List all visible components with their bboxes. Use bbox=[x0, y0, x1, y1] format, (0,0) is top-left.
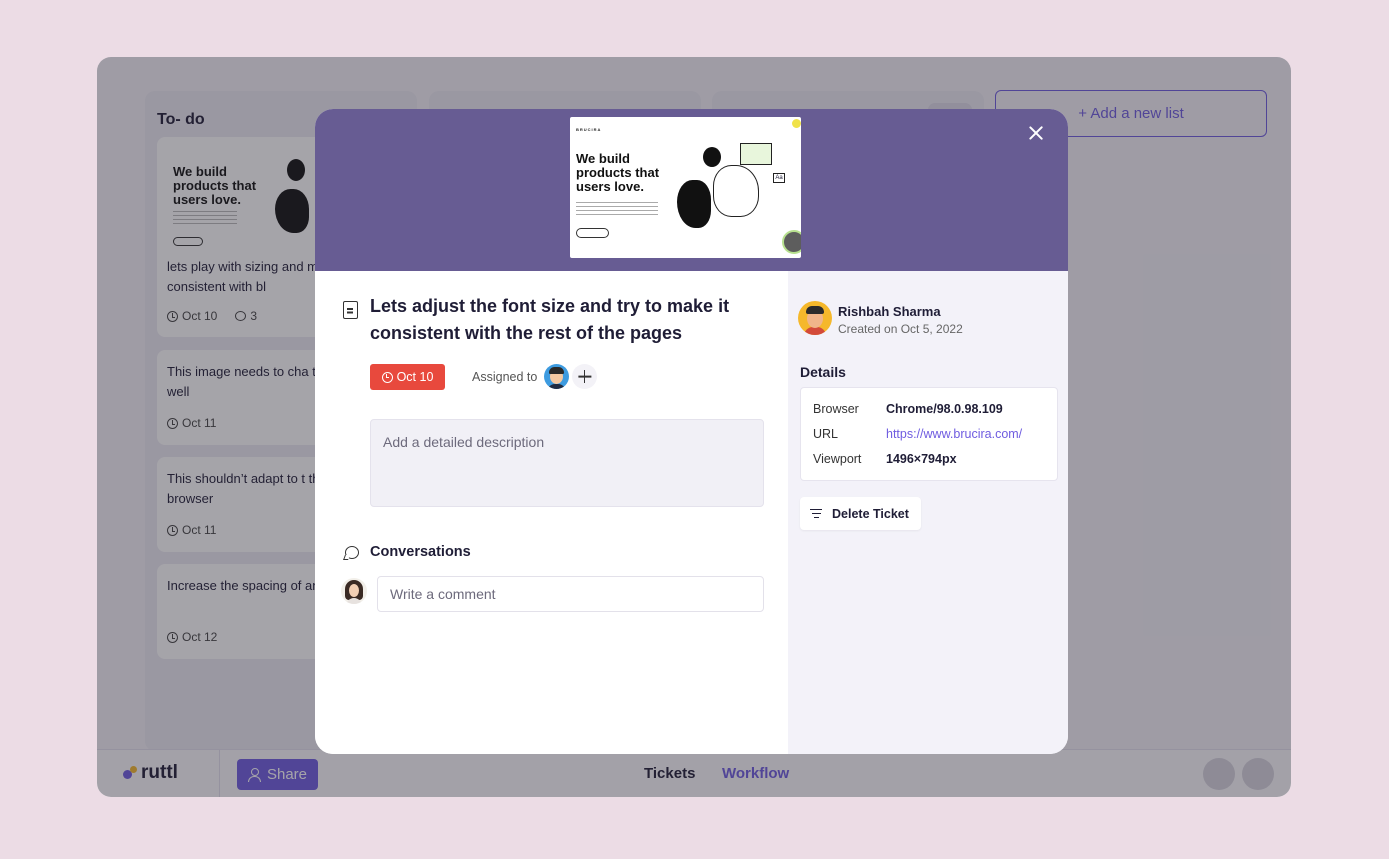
created-date: Created on Oct 5, 2022 bbox=[838, 322, 963, 336]
author-name: Rishbah Sharma bbox=[838, 304, 941, 319]
delete-label: Delete Ticket bbox=[832, 506, 909, 521]
ticket-title[interactable]: Lets adjust the font size and try to mak… bbox=[370, 293, 770, 347]
preview-badge: Aa bbox=[773, 173, 785, 183]
details-title: Details bbox=[800, 364, 846, 380]
due-date-label: Oct 10 bbox=[396, 370, 434, 384]
close-icon[interactable] bbox=[1025, 122, 1047, 144]
avatar bbox=[341, 578, 367, 604]
url-link[interactable]: https://www.brucira.com/ bbox=[886, 427, 1022, 441]
detail-row-url: URL https://www.brucira.com/ bbox=[813, 427, 1022, 441]
ticket-modal: BRUCIRA We build products that users lov… bbox=[315, 109, 1068, 754]
ticket-side-pane: Rishbah Sharma Created on Oct 5, 2022 De… bbox=[788, 271, 1068, 754]
ticket-main-pane: Lets adjust the font size and try to mak… bbox=[315, 271, 788, 754]
preview-brand: BRUCIRA bbox=[576, 127, 602, 132]
detail-row-browser: Browser Chrome/98.0.98.109 bbox=[813, 402, 1003, 416]
document-icon bbox=[343, 301, 358, 319]
conversations-title: Conversations bbox=[370, 544, 471, 560]
screenshot-preview[interactable]: BRUCIRA We build products that users lov… bbox=[570, 117, 801, 258]
detail-key: URL bbox=[813, 427, 839, 441]
details-box: Browser Chrome/98.0.98.109 URL https://w… bbox=[800, 387, 1058, 481]
assignee-avatar[interactable] bbox=[544, 364, 569, 389]
detail-row-viewport: Viewport 1496×794px bbox=[813, 452, 957, 466]
clock-icon bbox=[381, 371, 393, 383]
description-field[interactable]: Add a detailed description bbox=[370, 419, 764, 507]
detail-key: Browser bbox=[813, 402, 859, 416]
comment-input[interactable] bbox=[377, 576, 764, 612]
detail-value: 1496×794px bbox=[886, 452, 957, 466]
detail-value: Chrome/98.0.98.109 bbox=[886, 402, 1003, 416]
plus-icon[interactable] bbox=[572, 364, 597, 389]
preview-heading: We build products that users love. bbox=[576, 151, 660, 194]
author-avatar bbox=[798, 301, 832, 335]
modal-header: BRUCIRA We build products that users lov… bbox=[315, 109, 1068, 271]
due-date-badge[interactable]: Oct 10 bbox=[370, 364, 445, 390]
assigned-to-label: Assigned to bbox=[472, 370, 538, 384]
filter-icon bbox=[810, 508, 822, 519]
delete-ticket-button[interactable]: Delete Ticket bbox=[800, 497, 921, 530]
chat-bubble-icon bbox=[345, 546, 359, 559]
detail-key: Viewport bbox=[813, 452, 862, 466]
